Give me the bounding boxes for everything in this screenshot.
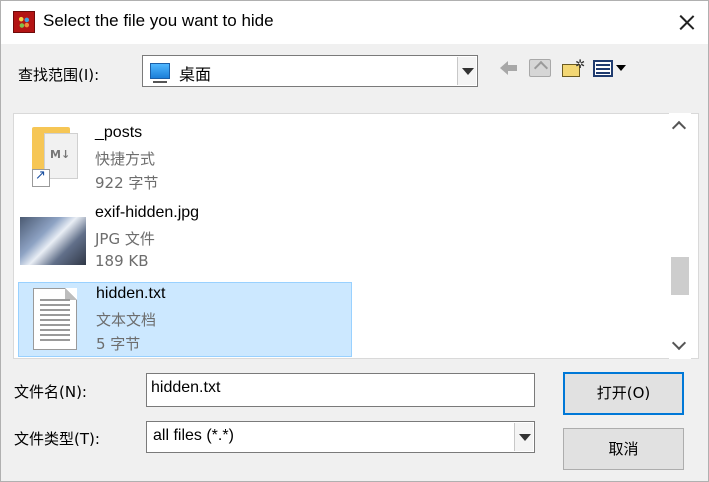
chevron-down-icon[interactable] bbox=[457, 57, 476, 85]
list-item-selected[interactable]: hidden.txt 文本文档 5 字节 bbox=[18, 282, 352, 357]
file-name: exif-hidden.jpg bbox=[95, 204, 200, 221]
list-item[interactable]: exif-hidden.jpg JPG 文件 189 KB bbox=[18, 202, 352, 277]
view-menu-icon[interactable] bbox=[593, 60, 627, 78]
file-size: 922 字节 bbox=[95, 174, 159, 192]
filename-input[interactable]: hidden.txt bbox=[146, 373, 535, 407]
image-thumbnail-icon bbox=[20, 217, 86, 265]
scroll-down-icon[interactable] bbox=[671, 335, 687, 351]
sparkle-icon: ✲ bbox=[575, 57, 586, 71]
filename-value: hidden.txt bbox=[151, 379, 221, 396]
filename-label: 文件名(N): bbox=[14, 383, 87, 401]
file-size: 5 字节 bbox=[96, 335, 141, 353]
open-button[interactable]: 打开(O) bbox=[563, 372, 684, 415]
chevron-down-icon[interactable] bbox=[514, 423, 533, 451]
filetype-label: 文件类型(T): bbox=[14, 430, 100, 448]
look-in-dropdown[interactable]: 桌面 bbox=[142, 55, 478, 87]
cancel-button[interactable]: 取消 bbox=[563, 428, 684, 470]
filetype-value: all files (*.*) bbox=[153, 427, 234, 444]
new-folder-icon[interactable]: ✲ bbox=[562, 57, 586, 78]
file-dialog-window: Select the file you want to hide 查找范围(I)… bbox=[0, 0, 709, 482]
back-icon[interactable] bbox=[500, 61, 518, 75]
filetype-dropdown[interactable]: all files (*.*) bbox=[146, 421, 535, 453]
text-file-icon bbox=[33, 288, 77, 350]
file-type: 快捷方式 bbox=[95, 150, 156, 168]
text-lines bbox=[40, 299, 70, 301]
vertical-scrollbar[interactable] bbox=[669, 113, 691, 359]
shortcut-arrow-icon bbox=[32, 168, 50, 187]
window-title: Select the file you want to hide bbox=[43, 11, 274, 30]
file-type: JPG 文件 bbox=[95, 230, 155, 248]
file-name: hidden.txt bbox=[96, 285, 166, 302]
close-icon[interactable] bbox=[673, 9, 701, 37]
file-type: 文本文档 bbox=[96, 311, 157, 329]
desktop-icon bbox=[150, 63, 170, 83]
list-item[interactable]: M↓ _posts 快捷方式 922 字节 bbox=[18, 122, 352, 197]
scroll-up-icon[interactable] bbox=[671, 120, 687, 136]
file-name: _posts bbox=[95, 124, 143, 141]
scroll-thumb[interactable] bbox=[671, 257, 689, 295]
up-folder-icon[interactable] bbox=[529, 59, 551, 77]
app-icon bbox=[13, 11, 35, 33]
look-in-value: 桌面 bbox=[179, 65, 212, 84]
file-list[interactable]: M↓ _posts 快捷方式 922 字节 exif-hidden.jpg JP… bbox=[13, 113, 699, 359]
file-size: 189 KB bbox=[95, 252, 149, 270]
chevron-down-icon bbox=[616, 65, 626, 71]
details-view-icon bbox=[593, 60, 613, 77]
title-bar: Select the file you want to hide bbox=[1, 1, 708, 44]
look-in-label: 查找范围(I): bbox=[18, 66, 100, 84]
markdown-folder-shortcut-icon: M↓ bbox=[32, 125, 82, 191]
